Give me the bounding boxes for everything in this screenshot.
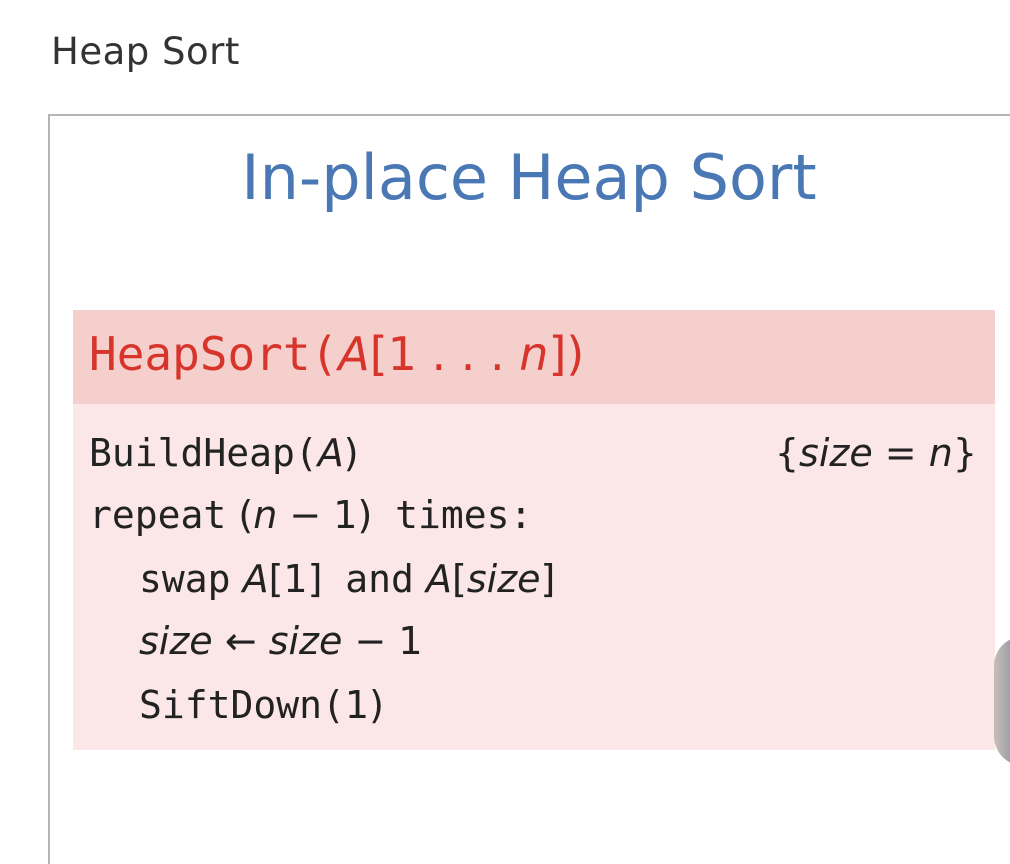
swap-a1: A [230,557,269,601]
algorithm-name-range: [1 . . . [369,327,520,381]
swap-idx2-close: ] [540,557,556,601]
algorithm-box: HeapSort(A[1 . . . n]) BuildHeap(A) {siz… [73,310,995,750]
decrement-var1: size [139,619,213,663]
swap-keyword: swap [139,557,231,601]
buildheap-arg: A [317,431,344,475]
algorithm-header: HeapSort(A[1 . . . n]) [73,310,995,404]
algorithm-name: HeapSort(A[1 . . . n]) [89,324,584,385]
note-val: n [928,431,953,475]
page: Heap Sort In-place Heap Sort HeapSort(A[… [0,0,1010,864]
repeat-rest: − 1) [277,493,373,537]
swap-idx2-open: [ [452,557,467,601]
algorithm-name-arg: A [338,327,370,381]
pseudocode-line-buildheap: BuildHeap(A) [89,428,359,479]
siftdown-fn: SiftDown( [139,683,345,727]
repeat-paren: ( [226,493,254,537]
pseudocode-line-swap: swap A[1] and A[size] [139,554,555,605]
buildheap-close: ) [343,431,359,475]
repeat-keyword: repeat [89,493,227,537]
note-open: { [774,431,800,475]
decrement-arrow: ← [212,619,269,663]
repeat-var: n [253,493,278,537]
note-var: size [799,431,873,475]
pseudocode-line-siftdown: SiftDown(1) [139,680,384,731]
buildheap-fn: BuildHeap( [89,431,318,475]
swap-idx1: [1] [268,557,323,601]
slide-title: In-place Heap Sort [241,141,817,214]
algorithm-name-range-var: n [519,327,549,381]
page-heading: Heap Sort [51,30,240,73]
algorithm-name-fn: HeapSort( [89,327,339,381]
decrement-var2: size [268,619,343,663]
note-close: } [952,431,977,475]
siftdown-arg: 1 [344,683,370,727]
note-eq: = [872,431,929,475]
pseudocode-line-decrement: size ← size − 1 [139,616,423,667]
lecture-video-frame[interactable]: In-place Heap Sort HeapSort(A[1 . . . n]… [48,114,1010,864]
swap-a2: A [413,557,453,601]
siftdown-close: ) [369,683,384,727]
size-annotation: {size = n} [775,428,977,479]
and-keyword: and [322,557,414,601]
presenter-image-edge [994,636,1010,766]
swap-idx2-var: size [466,557,541,601]
pseudocode-line-repeat: repeat (n − 1) times: [89,490,532,541]
algorithm-name-close: ]) [548,327,585,381]
decrement-rest: − 1 [342,619,423,663]
times-keyword: times: [372,493,533,537]
